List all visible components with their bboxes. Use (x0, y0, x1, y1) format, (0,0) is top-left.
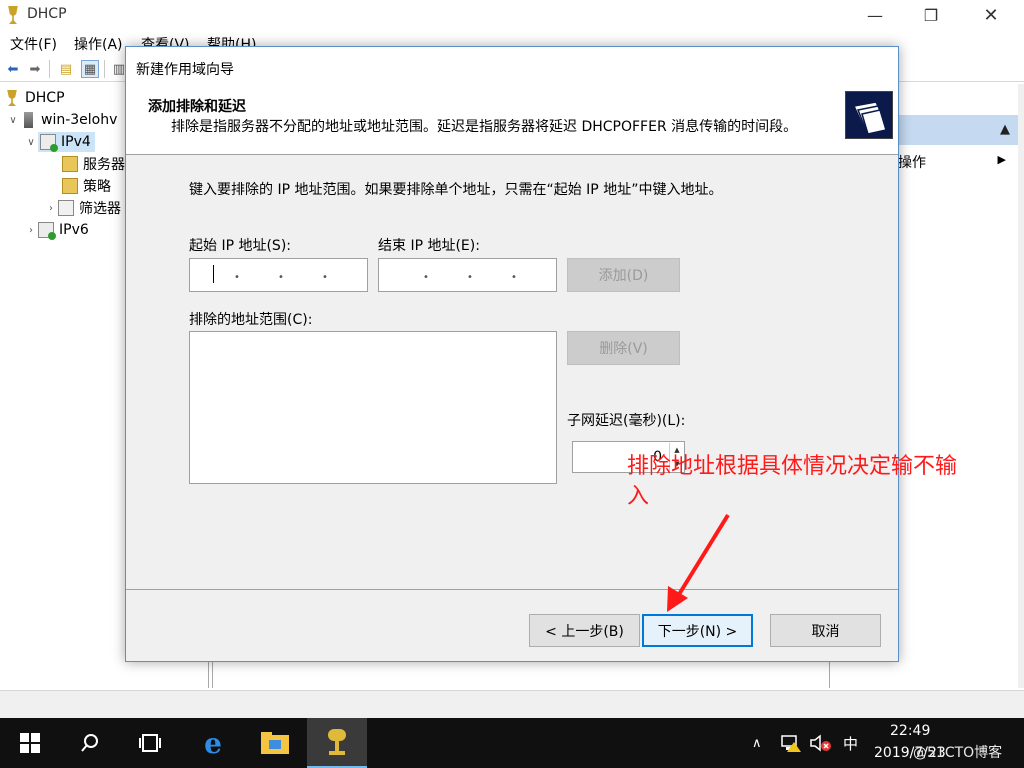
network-warning-icon[interactable] (781, 718, 801, 768)
tree-item-label: IPv4 (61, 134, 91, 150)
tree-item-ipv4[interactable]: IPv4 (38, 132, 95, 152)
toolbar-separator (49, 60, 50, 78)
wizard-heading: 添加排除和延迟 (148, 99, 246, 115)
ip-dot: • (278, 272, 284, 283)
start-ip-input[interactable]: • • • (189, 258, 368, 292)
dhcp-icon (8, 6, 18, 24)
tree-item-server-options[interactable]: 服务器 (62, 153, 125, 175)
remove-button[interactable]: 删除(V) (567, 331, 680, 365)
status-bar (0, 690, 1024, 718)
instruction-text: 键入要排除的 IP 地址范围。如果要排除单个地址，只需在“起始 IP 地址”中键… (189, 182, 723, 198)
details-scrollbar[interactable] (212, 660, 830, 688)
clock-time[interactable]: 22:49 (890, 723, 930, 739)
wizard-footer: < 上一步(B) 下一步(N) > 取消 (126, 589, 898, 661)
ip-dot: • (322, 272, 328, 283)
server-icon (24, 112, 33, 128)
taskbar: e ∧ 中 22:49 2019/7/23 (0, 718, 1024, 768)
tree-item-filters[interactable]: › 筛选器 (44, 197, 121, 219)
wizard-header: 添加排除和延迟 排除是指服务器不分配的地址或地址范围。延迟是指服务器将延迟 DH… (126, 87, 898, 155)
forward-arrow-icon[interactable]: ➡ (26, 60, 44, 78)
tree-item-server[interactable]: ∨ win-3elohv (6, 109, 117, 131)
tree-item-dhcp[interactable]: DHCP (4, 87, 65, 109)
back-arrow-icon[interactable]: ⬅ (4, 60, 22, 78)
ip-dot: • (234, 272, 240, 283)
chevron-down-icon[interactable]: ∨ (24, 137, 38, 148)
filter-icon (58, 200, 74, 216)
wizard-title-bar: 新建作用域向导 (126, 47, 898, 87)
tree-item-label: win-3elohv (41, 112, 118, 128)
chevron-right-icon: ▶ (997, 153, 1006, 166)
vertical-scrollbar[interactable] (1018, 84, 1024, 688)
search-icon[interactable] (60, 718, 120, 768)
ip-dot: • (423, 272, 429, 283)
start-ip-label: 起始 IP 地址(S): (189, 238, 291, 254)
chevron-up-icon[interactable]: ∧ (752, 718, 762, 768)
new-scope-wizard-dialog: 新建作用域向导 添加排除和延迟 排除是指服务器不分配的地址或地址范围。延迟是指服… (125, 46, 899, 662)
chevron-right-icon[interactable]: › (44, 203, 58, 214)
text-caret (213, 265, 214, 283)
chevron-right-icon[interactable]: › (24, 225, 38, 236)
collapse-icon[interactable]: ▲ (1000, 122, 1010, 137)
tree-item-label: 策略 (83, 179, 111, 195)
more-actions-label: 操作 (898, 155, 926, 171)
toolbar-separator (104, 60, 105, 78)
window-title: DHCP (27, 6, 67, 22)
ip-dot: • (467, 272, 473, 283)
cancel-button[interactable]: 取消 (770, 614, 881, 647)
file-explorer-icon[interactable] (245, 718, 305, 768)
subnet-delay-label: 子网延迟(毫秒)(L): (567, 413, 686, 429)
add-button[interactable]: 添加(D) (567, 258, 680, 292)
internet-explorer-icon[interactable]: e (183, 718, 243, 768)
wizard-description: 排除是指服务器不分配的地址或地址范围。延迟是指服务器将延迟 DHCPOFFER … (171, 119, 798, 135)
dhcp-taskbar-icon[interactable] (307, 718, 367, 768)
windows-start-icon[interactable] (0, 718, 60, 768)
ipv4-icon (40, 134, 58, 152)
close-button[interactable]: ✕ (968, 0, 1014, 30)
end-ip-input[interactable]: • • • (378, 258, 557, 292)
ip-dot: • (511, 272, 517, 283)
end-ip-label: 结束 IP 地址(E): (378, 238, 480, 254)
watermark: @51CTO博客 (913, 745, 1003, 761)
wizard-title: 新建作用域向导 (136, 62, 234, 78)
volume-muted-icon[interactable] (810, 718, 832, 768)
input-method-indicator[interactable]: 中 (843, 718, 858, 768)
show-hide-tree-icon[interactable]: ▦ (81, 60, 99, 78)
excluded-range-label: 排除的地址范围(C): (189, 312, 313, 328)
up-folder-icon[interactable]: ▤ (57, 60, 75, 78)
next-button[interactable]: 下一步(N) > (642, 614, 753, 647)
excluded-range-list[interactable] (189, 331, 557, 484)
tree-item-label: 筛选器 (79, 201, 121, 217)
annotation-text: 排除地址根据具体情况决定输不输入 (627, 454, 958, 509)
minimize-button[interactable]: — (852, 0, 898, 30)
server-options-icon (62, 156, 78, 172)
back-button[interactable]: < 上一步(B) (529, 614, 640, 647)
tree-item-label: 服务器 (83, 157, 125, 173)
task-view-icon[interactable] (120, 718, 180, 768)
tree-item-policies[interactable]: 策略 (62, 175, 111, 197)
tree-item-label: DHCP (25, 90, 65, 106)
restore-button[interactable]: ❐ (908, 0, 954, 30)
title-bar: DHCP — ❐ ✕ (0, 0, 1024, 30)
policies-icon (62, 178, 78, 194)
tree-item-ipv6[interactable]: › IPv6 (24, 219, 89, 241)
dhcp-icon (7, 90, 17, 106)
menu-action[interactable]: 操作(A) (74, 34, 123, 54)
wizard-body: 键入要排除的 IP 地址范围。如果要排除单个地址，只需在“起始 IP 地址”中键… (126, 155, 898, 589)
wizard-folder-icon (845, 91, 893, 139)
tree-item-label: IPv6 (59, 222, 89, 238)
chevron-down-icon[interactable]: ∨ (6, 115, 20, 126)
menu-file[interactable]: 文件(F) (10, 34, 57, 54)
ipv6-icon (38, 222, 56, 240)
tree-item-ipv4-group[interactable]: ∨ IPv4 (24, 131, 95, 153)
